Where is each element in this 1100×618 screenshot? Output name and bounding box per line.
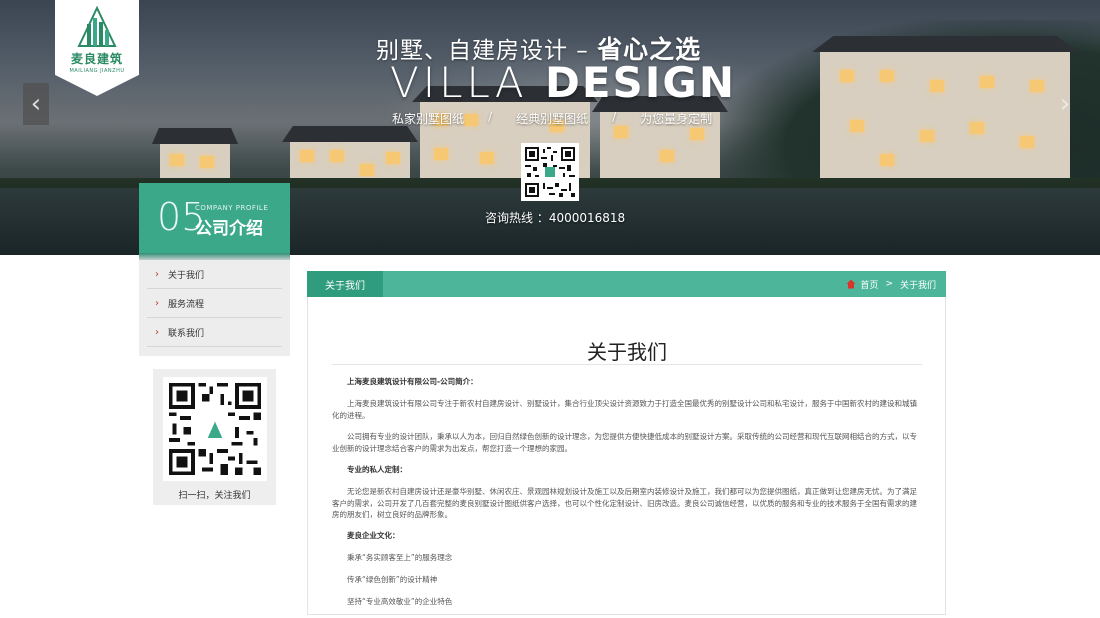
culture-line: 坚持“专业高效敬业”的企业特色 [347, 597, 453, 606]
culture-line: 秉承“务实顾客至上”的服务理念 [347, 553, 453, 562]
chevron-left-icon: ‹ [30, 89, 42, 119]
custom-heading: 专业的私人定制： [347, 465, 407, 474]
title-divider [332, 364, 922, 365]
hero-tag: 经典别墅图纸 [516, 112, 589, 126]
villa-illustration [812, 36, 1078, 184]
sidebar-item-label: 关于我们 [168, 270, 205, 281]
sidebar-item-label: 服务流程 [168, 299, 205, 310]
chevron-right-icon: › [1059, 89, 1071, 119]
hero-title-bold: DESIGN [544, 58, 737, 107]
tab-about[interactable]: 关于我们 [307, 271, 383, 297]
hero-title-light: VILLA [390, 58, 545, 107]
sidebar-menu: › 关于我们 › 服务流程 › 联系我们 [139, 260, 290, 356]
home-icon [846, 279, 856, 289]
content-tab-bar: 关于我们 首页 > 关于我们 [307, 271, 946, 297]
carousel-prev-button[interactable]: ‹ [23, 83, 49, 125]
sidebar-item-label: 联系我们 [168, 328, 205, 339]
hero-tag: 为您量身定制 [640, 112, 713, 126]
brand-name: 麦良建筑 [70, 52, 123, 66]
sidebar-item-about[interactable]: › 关于我们 [147, 260, 282, 289]
hero-title: VILLA DESIGN [390, 58, 736, 107]
hero-qr-code [521, 143, 579, 201]
section-header: 05 COMPANY PROFILE 公司介绍 [139, 183, 290, 253]
hero-tag-separator: / [488, 110, 493, 124]
sidebar-item-contact[interactable]: › 联系我们 [147, 318, 282, 347]
qr-code-icon [168, 383, 261, 475]
chevron-right-icon: › [155, 326, 159, 338]
intro-paragraph: 上海麦良建筑设计有限公司专注于新农村自建房设计、别墅设计，集合行业顶尖设计资源致… [332, 399, 917, 420]
team-paragraph: 公司拥有专业的设计团队，秉承以人为本，回归自然绿色创新的设计理念，为您提供方便快… [332, 432, 917, 453]
hotline-text: 咨询热线 ：4000016818 [485, 211, 626, 225]
villa-illustration [152, 128, 238, 182]
hero-tags: 私家别墅图纸 / 经典别墅图纸 / 为您量身定制 [392, 110, 712, 127]
breadcrumb: 首页 > 关于我们 [846, 271, 936, 297]
brand-name-en: MAILIANG JIANZHU [69, 68, 125, 74]
qr-code-icon [525, 147, 575, 197]
sidebar-qr-panel: 扫一扫，关注我们 [153, 369, 276, 505]
breadcrumb-separator: > [885, 279, 893, 289]
section-title-en: COMPANY PROFILE [195, 204, 269, 212]
brand-logo[interactable]: 麦良建筑 MAILIANG JIANZHU [55, 0, 139, 96]
section-title-cn: 公司介绍 [195, 219, 263, 239]
breadcrumb-home-link[interactable]: 首页 [860, 278, 878, 291]
sidebar-item-service-process[interactable]: › 服务流程 [147, 289, 282, 318]
qr-caption: 扫一扫，关注我们 [178, 491, 251, 501]
culture-line: 传承“绿色创新”的设计精神 [347, 575, 438, 584]
culture-heading: 麦良企业文化： [347, 531, 400, 540]
chevron-right-icon: › [155, 297, 159, 309]
sidebar-qr-code [162, 377, 267, 481]
building-logo-icon [77, 6, 117, 47]
breadcrumb-current: 关于我们 [899, 280, 936, 291]
page-title: 关于我们 [587, 340, 667, 364]
chevron-right-icon: › [155, 268, 159, 280]
intro-heading: 上海麦良建筑设计有限公司-公司简介： [347, 377, 478, 386]
custom-paragraph: 无论您是新农村自建房设计还是豪华别墅、休闲农庄、景观园林规划设计及施工以及后期室… [332, 487, 917, 519]
hero-tag: 私家别墅图纸 [392, 112, 465, 126]
carousel-next-button[interactable]: › [1052, 83, 1078, 125]
hero-tag-separator: / [612, 110, 617, 124]
